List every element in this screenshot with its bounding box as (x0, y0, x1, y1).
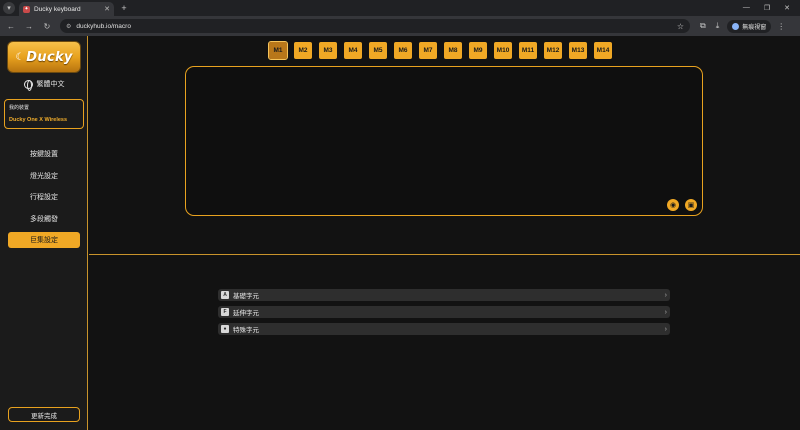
macro-tab-m1[interactable]: M1 (268, 41, 288, 60)
extensions-icon[interactable]: ⧉ (700, 21, 706, 31)
special-chars-icon: ● (221, 325, 229, 333)
browser-tab-bar: ▾ ✦ Ducky keyboard ✕ + — ❐ ✕ (0, 0, 800, 16)
macro-tab-m14[interactable]: M14 (594, 42, 612, 59)
incognito-icon (732, 22, 740, 30)
macro-tab-m4[interactable]: M4 (344, 42, 362, 59)
key-category-extended[interactable]: F 延伸字元 › (218, 306, 670, 318)
browser-toolbar: ← → ↻ ⚙ duckyhub.io/macro ☆ ⧉ ⤓ 無痕視窗 ⋮ (0, 16, 800, 36)
key-category-label: 延伸字元 (233, 310, 259, 317)
extended-chars-icon: F (221, 308, 229, 316)
incognito-profile-button[interactable]: 無痕視窗 (727, 19, 772, 33)
device-name: Ducky One X Wireless (9, 117, 68, 123)
macro-tab-m12[interactable]: M12 (544, 42, 562, 59)
device-label: 我的裝置 (9, 105, 30, 111)
macro-tab-m3[interactable]: M3 (319, 42, 337, 59)
sidebar-item-lighting[interactable]: 燈光設定 (8, 168, 80, 184)
macro-tab-m5[interactable]: M5 (369, 42, 387, 59)
sidebar-item-macro[interactable]: 巨集設定 (8, 232, 80, 248)
incognito-label: 無痕視窗 (742, 24, 767, 31)
key-category-list: A 基礎字元 › F 延伸字元 › ● 特殊字元 › (218, 289, 670, 340)
new-tab-icon[interactable]: + (118, 3, 130, 13)
sidebar-item-actuation[interactable]: 行程設定 (8, 189, 80, 205)
language-selector[interactable]: 繁體中文 (0, 79, 88, 91)
restore-icon[interactable]: ❐ (764, 4, 770, 12)
tab-search-icon[interactable]: ▾ (3, 2, 15, 14)
macro-tab-m2[interactable]: M2 (294, 42, 312, 59)
macro-tabs: M1 M2 M3 M4 M5 M6 M7 M8 M9 M10 M11 M12 M13 M14 (268, 41, 612, 60)
tab-title: Ducky keyboard (34, 5, 81, 13)
chevron-right-icon: › (664, 308, 667, 316)
site-info-icon[interactable]: ⚙ (66, 23, 71, 30)
update-button[interactable]: 更新完成 (8, 407, 80, 422)
language-label: 繁體中文 (36, 81, 65, 88)
tab-close-icon[interactable]: ✕ (104, 5, 110, 13)
key-category-label: 特殊字元 (233, 327, 259, 334)
macro-tab-m6[interactable]: M6 (394, 42, 412, 59)
macro-tab-m13[interactable]: M13 (569, 42, 587, 59)
device-card[interactable]: 我的裝置 Ducky One X Wireless (4, 99, 84, 129)
minimize-icon[interactable]: — (743, 4, 750, 12)
browser-tab[interactable]: ✦ Ducky keyboard ✕ (19, 2, 114, 16)
sidebar-item-key-settings[interactable]: 按鍵設置 (8, 146, 80, 162)
macro-tab-m10[interactable]: M10 (494, 42, 512, 59)
macro-tab-m9[interactable]: M9 (469, 42, 487, 59)
basic-chars-icon: A (221, 291, 229, 299)
ducky-logo[interactable]: ☾ Ducky (7, 41, 81, 73)
macro-tab-m8[interactable]: M8 (444, 42, 462, 59)
address-bar[interactable]: ⚙ duckyhub.io/macro ☆ (60, 19, 690, 33)
chevron-right-icon: › (664, 325, 667, 333)
sidebar-item-multi-trigger[interactable]: 多段觸發 (8, 211, 80, 227)
sidebar-menu: 按鍵設置 燈光設定 行程設定 多段觸發 巨集設定 (0, 146, 88, 254)
bookmark-star-icon[interactable]: ☆ (677, 22, 684, 31)
macro-tab-m7[interactable]: M7 (419, 42, 437, 59)
globe-icon (23, 79, 33, 91)
section-divider (89, 254, 800, 255)
save-icon[interactable]: ▣ (685, 199, 697, 211)
record-icon[interactable]: ◉ (667, 199, 679, 211)
window-close-icon[interactable]: ✕ (784, 4, 790, 12)
window-controls: — ❐ ✕ (743, 4, 800, 12)
browser-menu-icon[interactable]: ⋮ (777, 22, 785, 31)
back-icon[interactable]: ← (4, 22, 18, 31)
key-category-basic[interactable]: A 基礎字元 › (218, 289, 670, 301)
chevron-right-icon: › (664, 291, 667, 299)
key-category-special[interactable]: ● 特殊字元 › (218, 323, 670, 335)
logo-text: Ducky (26, 49, 73, 65)
macro-editor[interactable]: ◉ ▣ (185, 66, 703, 216)
ducky-favicon-icon: ✦ (23, 5, 30, 13)
download-icon[interactable]: ⤓ (716, 21, 720, 31)
url-text: duckyhub.io/macro (76, 22, 131, 30)
sidebar: ☾ Ducky 繁體中文 我的裝置 Ducky One X Wireless 按… (0, 36, 88, 430)
logo-swoosh-icon: ☾ (15, 51, 25, 63)
main-content: M1 M2 M3 M4 M5 M6 M7 M8 M9 M10 M11 M12 M13 M14 ◉ ▣ A … (89, 36, 800, 430)
reload-icon[interactable]: ↻ (40, 22, 54, 31)
forward-icon[interactable]: → (22, 22, 36, 31)
macro-tab-m11[interactable]: M11 (519, 42, 537, 59)
key-category-label: 基礎字元 (233, 293, 259, 300)
